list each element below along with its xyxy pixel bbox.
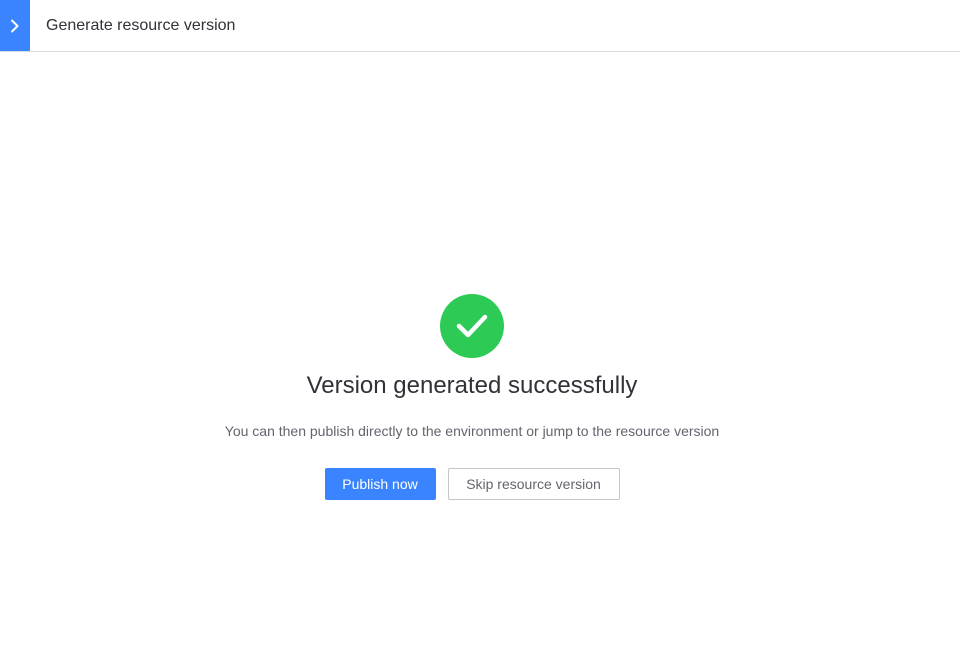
result-panel: Version generated successfully You can t…: [0, 294, 944, 500]
sidebar-toggle-button[interactable]: [0, 0, 30, 51]
publish-now-button[interactable]: Publish now: [324, 468, 436, 500]
page-header: Generate resource version: [0, 0, 960, 52]
chevron-right-icon: [11, 19, 19, 32]
check-icon: [456, 314, 488, 338]
check-circle-icon: [440, 294, 504, 358]
skip-resource-version-button[interactable]: Skip resource version: [447, 468, 620, 500]
result-title: Version generated successfully: [306, 372, 638, 399]
result-actions: Publish now Skip resource version: [324, 468, 620, 500]
page-title: Generate resource version: [46, 17, 236, 34]
result-description: You can then publish directly to the env…: [224, 423, 720, 439]
